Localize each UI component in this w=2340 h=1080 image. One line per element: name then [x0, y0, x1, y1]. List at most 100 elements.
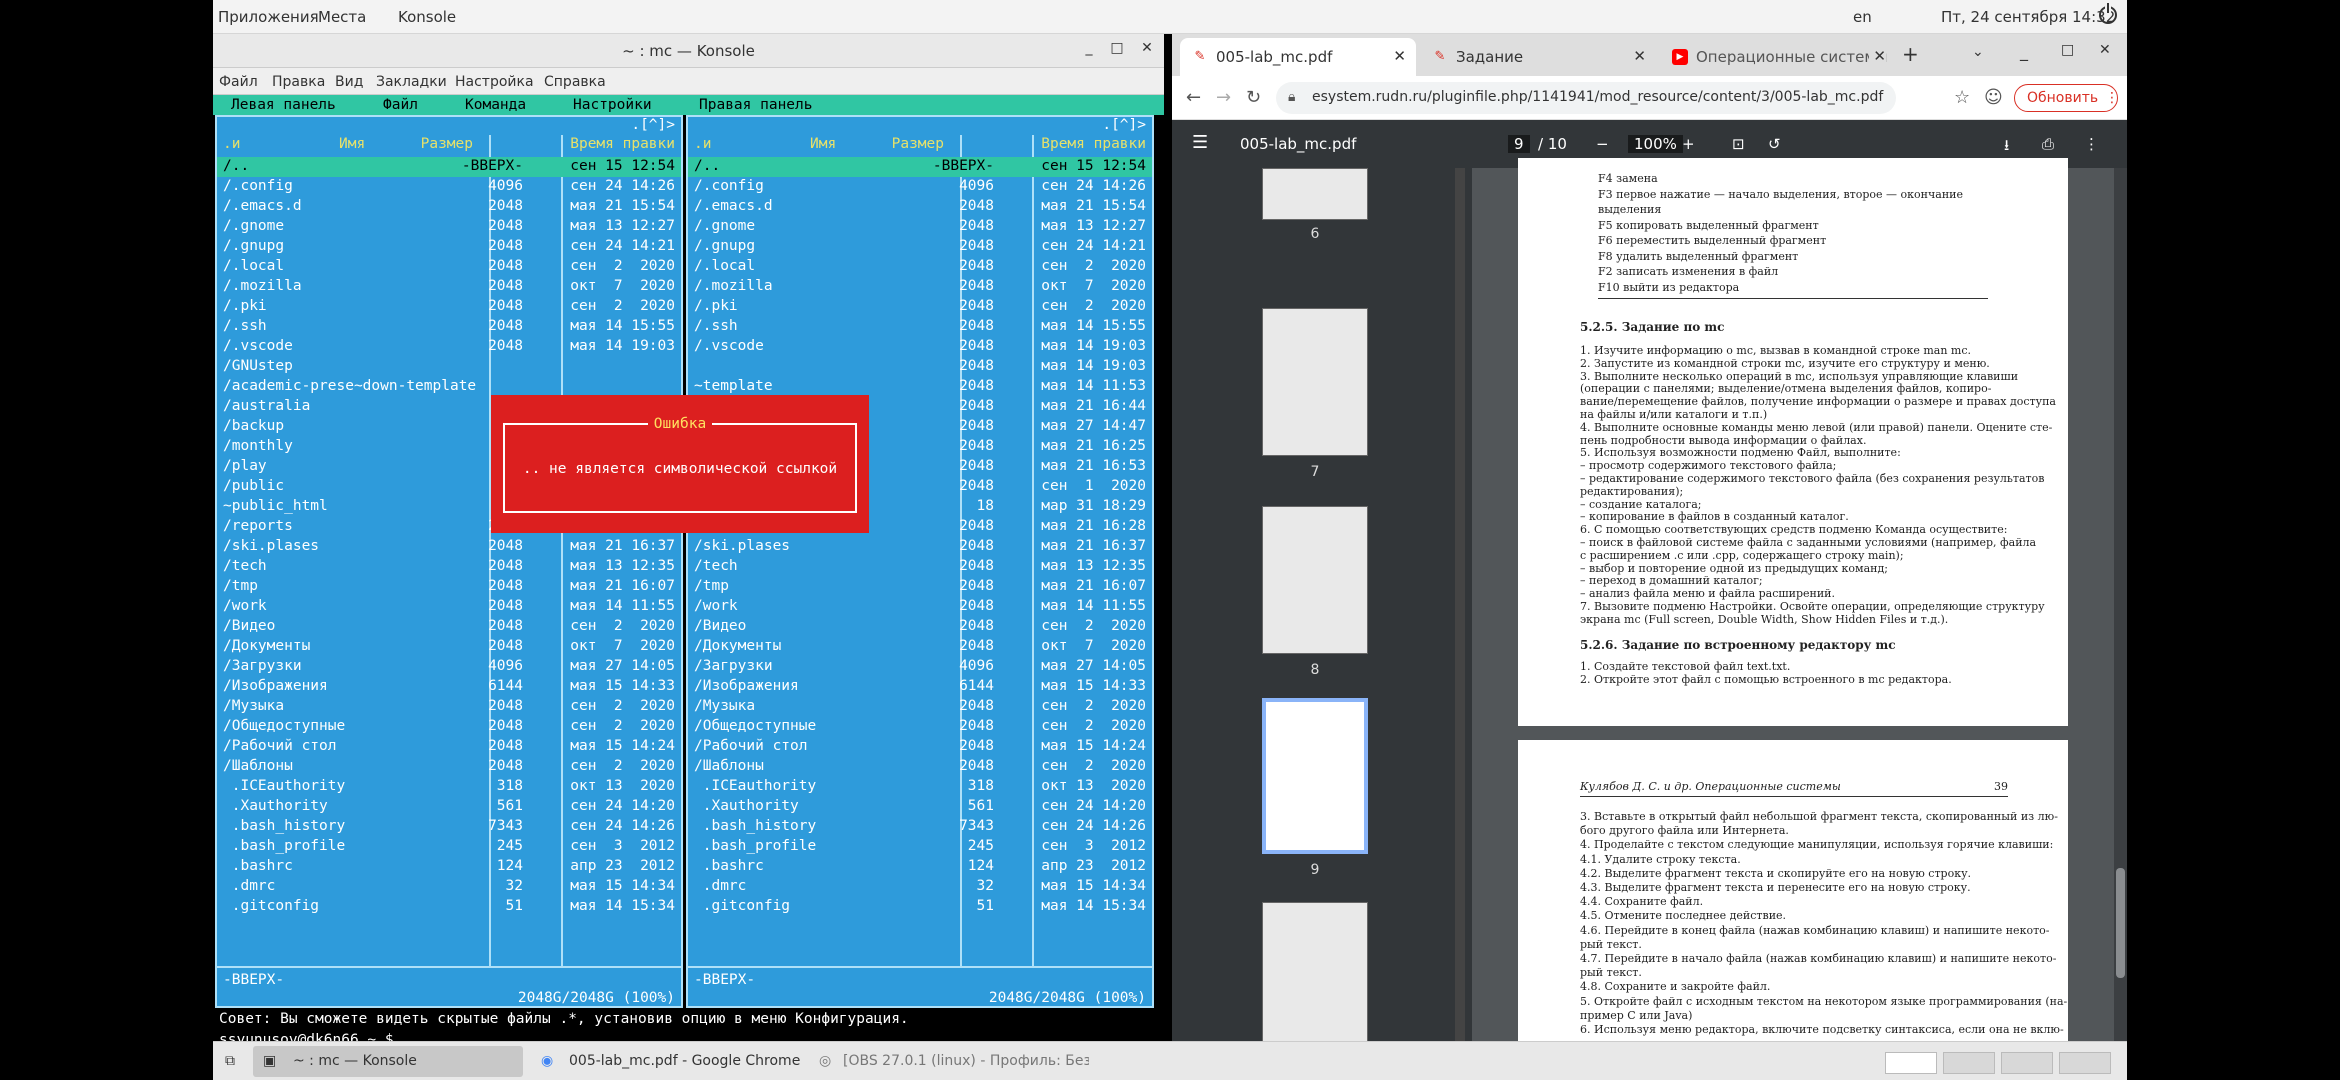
- file-row[interactable]: /Видео 2048 сен 2 2020: [217, 617, 681, 637]
- menu-bookmarks[interactable]: Закладки: [376, 74, 447, 90]
- tab-assignment[interactable]: ✎ Задание ✕: [1420, 38, 1656, 76]
- thumbnail-page-8[interactable]: [1262, 506, 1368, 654]
- file-row[interactable]: /Музыка 2048 сен 2 2020: [688, 697, 1152, 717]
- file-row[interactable]: /.vscode 2048 мая 14 19:03: [217, 337, 681, 357]
- mc-right-panel[interactable]: .[^]> .и Имя Размер Время правки /.. -ВВЕ…: [686, 115, 1154, 1008]
- file-row[interactable]: /.local 2048 сен 2 2020: [688, 257, 1152, 277]
- file-row[interactable]: /.ssh 2048 мая 14 15:55: [688, 317, 1152, 337]
- terminal-area[interactable]: Левая панель Файл Команда Настройки Прав…: [213, 95, 1164, 1067]
- file-row[interactable]: /.config 4096 сен 24 14:26: [217, 177, 681, 197]
- active-app-name[interactable]: Konsole: [398, 8, 456, 26]
- file-row[interactable]: /.gnome 2048 мая 13 12:27: [217, 217, 681, 237]
- fit-page-icon[interactable]: ⊡: [1732, 135, 1745, 153]
- thumbnail-page-6[interactable]: [1262, 168, 1368, 220]
- file-row[interactable]: /.gnupg 2048 сен 24 14:21: [688, 237, 1152, 257]
- close-tab-icon[interactable]: ✕: [1633, 47, 1646, 65]
- file-row[interactable]: /GNUstep: [217, 357, 681, 377]
- file-row[interactable]: /.mozilla 2048 окт 7 2020: [688, 277, 1152, 297]
- file-row[interactable]: .bashrc 124 апр 23 2012: [688, 857, 1152, 877]
- workspace-1[interactable]: [1885, 1052, 1937, 1074]
- workspace-3[interactable]: [2001, 1052, 2053, 1074]
- file-row[interactable]: /ski.plases 2048 мая 21 16:37: [688, 537, 1152, 557]
- file-row[interactable]: .ICEauthority 318 окт 13 2020: [217, 777, 681, 797]
- file-row[interactable]: /Документы 2048 окт 7 2020: [688, 637, 1152, 657]
- thumbnail-page-7[interactable]: [1262, 308, 1368, 456]
- file-row[interactable]: /.emacs.d 2048 мая 21 15:54: [217, 197, 681, 217]
- more-icon[interactable]: ⋮: [2084, 135, 2099, 153]
- reload-icon[interactable]: ↻: [1246, 87, 1261, 108]
- file-row[interactable]: /tech 2048 мая 13 12:35: [688, 557, 1152, 577]
- file-row[interactable]: /.pki 2048 сен 2 2020: [688, 297, 1152, 317]
- new-tab-button[interactable]: +: [1902, 42, 1926, 80]
- col-size[interactable]: Размер: [892, 136, 944, 152]
- close-tab-icon[interactable]: ✕: [1393, 47, 1406, 65]
- file-row[interactable]: /academic-prese~down-template: [217, 377, 681, 397]
- maximize-icon[interactable]: □: [1107, 40, 1127, 56]
- print-icon[interactable]: ⎙: [2042, 135, 2054, 153]
- file-row[interactable]: .Xauthority 561 сен 24 14:20: [688, 797, 1152, 817]
- minimize-icon[interactable]: _: [1079, 40, 1099, 56]
- update-button[interactable]: Обновить ⋮: [2014, 84, 2119, 112]
- show-desktop-icon[interactable]: ⧉: [223, 1046, 243, 1077]
- file-row[interactable]: .bashrc 124 апр 23 2012: [217, 857, 681, 877]
- file-row[interactable]: /Музыка 2048 сен 2 2020: [217, 697, 681, 717]
- workspace-2[interactable]: [1943, 1052, 1995, 1074]
- applications-menu[interactable]: Приложения: [218, 8, 319, 26]
- forward-icon[interactable]: →: [1216, 87, 1231, 108]
- file-row[interactable]: /tmp 2048 мая 21 16:07: [688, 577, 1152, 597]
- file-row[interactable]: /Загрузки 4096 мая 27 14:05: [688, 657, 1152, 677]
- file-row[interactable]: /.local 2048 сен 2 2020: [217, 257, 681, 277]
- mc-menu-file[interactable]: Файл: [383, 97, 418, 113]
- file-row[interactable]: /.gnome 2048 мая 13 12:27: [688, 217, 1152, 237]
- zoom-out-icon[interactable]: −: [1596, 135, 1609, 153]
- konsole-titlebar[interactable]: ~ : mc — Konsole _ □ ✕: [213, 34, 1164, 68]
- profile-icon[interactable]: ☺: [1984, 87, 2003, 108]
- file-row[interactable]: /.. -ВВЕРХ-сен 15 12:54: [217, 157, 681, 177]
- file-row[interactable]: /Рабочий стол 2048 мая 15 14:24: [688, 737, 1152, 757]
- back-icon[interactable]: ←: [1186, 87, 1201, 108]
- mc-menu-right-panel[interactable]: Правая панель: [699, 97, 813, 113]
- clock[interactable]: Пт, 24 сентября 14:32: [1941, 8, 2115, 26]
- thumbnail-scrollbar[interactable]: [1455, 168, 1465, 1041]
- file-row[interactable]: .gitconfig 51 мая 14 15:34: [217, 897, 681, 917]
- col-name[interactable]: Имя: [810, 136, 836, 152]
- zoom-in-icon[interactable]: +: [1682, 135, 1695, 153]
- task-obs[interactable]: ◎ [OBS 27.0.1 (linux) - Профиль: Без...: [809, 1046, 1089, 1077]
- close-icon[interactable]: ✕: [2099, 42, 2111, 80]
- zoom-level[interactable]: 100%: [1628, 135, 1683, 153]
- task-konsole[interactable]: ▣ ~ : mc — Konsole: [253, 1046, 523, 1077]
- file-row[interactable]: /Общедоступные 2048 сен 2 2020: [688, 717, 1152, 737]
- file-row[interactable]: /.mozilla 2048 окт 7 2020: [217, 277, 681, 297]
- mc-left-panel[interactable]: .[^]> .и Имя Размер Время правки /.. -ВВЕ…: [215, 115, 683, 1008]
- scrollbar-thumb[interactable]: [2116, 868, 2125, 978]
- menu-edit[interactable]: Правка: [272, 74, 325, 90]
- maximize-icon[interactable]: □: [2061, 42, 2074, 80]
- thumbnail-sidebar[interactable]: 6 7 8 9 10: [1172, 168, 1472, 1074]
- mc-menu-options[interactable]: Настройки: [573, 97, 652, 113]
- workspace-4[interactable]: [2059, 1052, 2111, 1074]
- file-row[interactable]: /Документы 2048 окт 7 2020: [217, 637, 681, 657]
- file-row[interactable]: /Шаблоны 2048 сен 2 2020: [217, 757, 681, 777]
- file-row[interactable]: /.emacs.d 2048 мая 21 15:54: [688, 197, 1152, 217]
- file-row[interactable]: .bash_history 7343 сен 24 14:26: [217, 817, 681, 837]
- file-row[interactable]: .ICEauthority 318 окт 13 2020: [688, 777, 1152, 797]
- minimize-icon[interactable]: _: [2020, 42, 2028, 80]
- file-row[interactable]: /tech 2048 мая 13 12:35: [217, 557, 681, 577]
- error-dialog[interactable]: Ошибка .. не является символической ссыл…: [491, 395, 869, 533]
- mc-menu-left-panel[interactable]: Левая панель: [231, 97, 336, 113]
- file-row[interactable]: /.config 4096 сен 24 14:26: [688, 177, 1152, 197]
- file-row[interactable]: /.vscode 2048 мая 14 19:03: [688, 337, 1152, 357]
- col-name[interactable]: Имя: [339, 136, 365, 152]
- col-time[interactable]: Время правки: [570, 136, 675, 152]
- thumbnail-page-9[interactable]: [1262, 698, 1368, 854]
- file-row[interactable]: .bash_profile 245 сен 3 2012: [688, 837, 1152, 857]
- bookmark-star-icon[interactable]: ☆: [1954, 87, 1970, 108]
- file-row[interactable]: /Видео 2048 сен 2 2020: [688, 617, 1152, 637]
- col-size[interactable]: Размер: [421, 136, 473, 152]
- lock-icon[interactable]: 🔒︎: [1288, 89, 1295, 105]
- file-row[interactable]: .dmrc 32 мая 15 14:34: [688, 877, 1152, 897]
- download-icon[interactable]: ⭳: [2004, 135, 2009, 160]
- file-row[interactable]: /tmp 2048 мая 21 16:07: [217, 577, 681, 597]
- file-row[interactable]: /.gnupg 2048 сен 24 14:21: [217, 237, 681, 257]
- mc-menu-command[interactable]: Команда: [465, 97, 526, 113]
